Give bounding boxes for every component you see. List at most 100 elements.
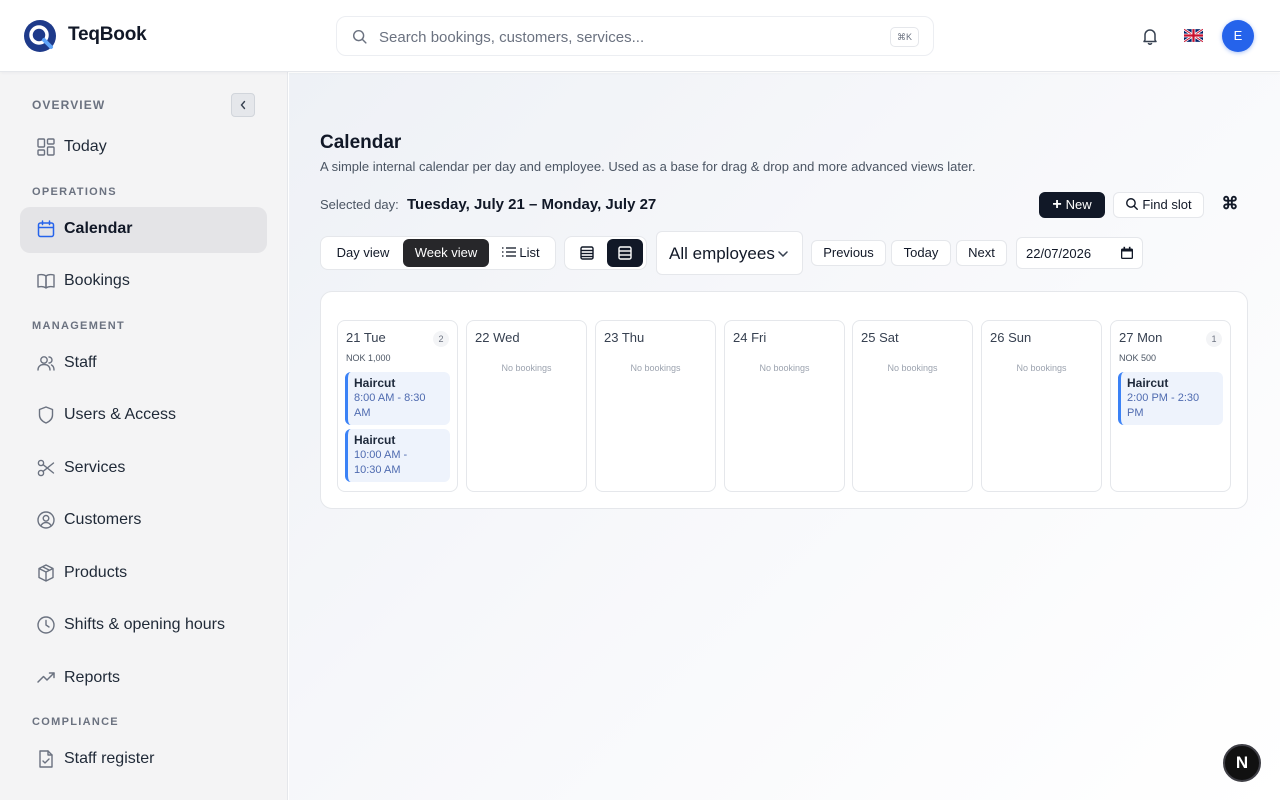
rows-comfortable-icon <box>618 246 632 260</box>
day-column-thu[interactable]: 23 Thu No bookings <box>595 320 716 492</box>
view-toggle-group: Day view Week view List <box>320 236 556 270</box>
sidebar-item-label: Today <box>64 138 107 155</box>
booking-card[interactable]: Haircut 2:00 PM - 2:30 PM <box>1118 372 1223 425</box>
global-search[interactable]: ⌘K <box>336 16 934 56</box>
top-header: TeqBook ⌘K E <box>0 0 1280 72</box>
sidebar-item-users-access[interactable]: Users & Access <box>20 393 267 439</box>
no-bookings-text: No bookings <box>501 363 552 373</box>
today-button[interactable]: Today <box>891 240 951 266</box>
sidebar-item-today[interactable]: Today <box>20 125 267 171</box>
calendar-icon[interactable] <box>1120 246 1134 260</box>
sidebar-item-label: Customers <box>64 511 142 528</box>
booking-count-badge: 1 <box>1206 331 1222 347</box>
sidebar-item-staff[interactable]: Staff <box>20 341 267 387</box>
new-booking-button[interactable]: + New <box>1039 192 1105 218</box>
sidebar-item-label: Shifts & opening hours <box>64 616 225 633</box>
chevron-down-icon <box>778 251 788 258</box>
day-column-fri[interactable]: 24 Fri No bookings <box>724 320 845 492</box>
no-bookings-text: No bookings <box>630 363 681 373</box>
sidebar-item-label: Staff <box>64 354 97 371</box>
day-header: 27 Mon <box>1119 330 1163 345</box>
teqbook-logo-icon[interactable] <box>24 20 56 52</box>
employee-filter-value: All employees <box>669 244 775 263</box>
trend-icon <box>37 672 55 683</box>
selected-day-value: Tuesday, July 21 – Monday, July 27 <box>407 196 657 213</box>
day-header: 21 Tue <box>346 330 386 345</box>
tab-day-view[interactable]: Day view <box>323 239 403 267</box>
page-title: Calendar <box>320 132 402 153</box>
calendar-icon <box>37 220 55 238</box>
sidebar-item-calendar[interactable]: Calendar <box>20 207 267 253</box>
day-total: NOK 1,000 <box>346 353 391 363</box>
uk-flag-icon[interactable] <box>1184 28 1203 43</box>
user-avatar[interactable]: E <box>1222 20 1254 52</box>
list-icon <box>502 247 517 257</box>
file-check-icon <box>39 750 53 768</box>
booking-card[interactable]: Haircut 10:00 AM - 10:30 AM <box>345 429 450 482</box>
command-icon[interactable]: ⌘ <box>1220 194 1240 214</box>
new-button-label: New <box>1065 197 1092 212</box>
sidebar-item-products[interactable]: Products <box>20 551 267 597</box>
no-bookings-text: No bookings <box>887 363 938 373</box>
brand-name[interactable]: TeqBook <box>68 24 147 46</box>
tab-week-view[interactable]: Week view <box>403 239 489 267</box>
density-toggle-group <box>564 236 647 270</box>
booking-time: 2:00 PM - 2:30 <box>1127 392 1200 404</box>
rows-compact-icon <box>580 246 594 260</box>
sidebar-item-label: Products <box>64 564 128 581</box>
day-column-mon[interactable]: 27 Mon 1 NOK 500 Haircut 2:00 PM - 2:30 … <box>1110 320 1231 492</box>
tab-list-view[interactable]: List <box>493 239 549 267</box>
list-label: List <box>519 245 540 260</box>
sidebar-item-label: Calendar <box>64 220 133 237</box>
day-header: 23 Thu <box>604 330 645 345</box>
sidebar-item-label: Reports <box>64 669 121 686</box>
bell-icon[interactable] <box>1140 26 1160 46</box>
booking-card[interactable]: Haircut 8:00 AM - 8:30 AM <box>345 372 450 425</box>
sidebar-item-bookings[interactable]: Bookings <box>20 259 267 305</box>
search-icon <box>352 29 367 44</box>
booking-time: 10:00 AM - <box>354 449 408 461</box>
booking-time: PM <box>1127 407 1144 419</box>
box-icon <box>38 564 54 582</box>
booking-title: Haircut <box>354 376 396 390</box>
sidebar-item-customers[interactable]: Customers <box>20 498 267 544</box>
book-icon <box>37 273 55 289</box>
booking-count-badge: 2 <box>433 331 449 347</box>
selected-day-label: Selected day: <box>320 197 399 212</box>
day-column-tue[interactable]: 21 Tue 2 NOK 1,000 Haircut 8:00 AM - 8:3… <box>337 320 458 492</box>
comfortable-density-button[interactable] <box>607 239 643 267</box>
day-header: 24 Fri <box>733 330 767 345</box>
booking-title: Haircut <box>354 433 396 447</box>
search-icon <box>1126 198 1139 210</box>
previous-button[interactable]: Previous <box>811 240 886 266</box>
find-slot-label: Find slot <box>1142 197 1192 212</box>
find-slot-button[interactable]: Find slot <box>1113 192 1204 218</box>
booking-time: 8:00 AM - 8:30 <box>354 392 426 404</box>
employee-filter-select[interactable]: All employees <box>656 231 803 275</box>
dev-tools-badge[interactable]: N <box>1223 744 1261 782</box>
section-overview: OVERVIEW <box>32 98 106 112</box>
sidebar: OVERVIEW Today OPERATIONS Calendar Booki… <box>0 72 288 800</box>
no-bookings-text: No bookings <box>759 363 810 373</box>
day-column-sun[interactable]: 26 Sun No bookings <box>981 320 1102 492</box>
compact-density-button[interactable] <box>569 239 605 267</box>
page-subtitle: A simple internal calendar per day and e… <box>320 159 976 174</box>
search-input[interactable] <box>379 25 879 49</box>
sidebar-item-staff-register[interactable]: Staff register <box>20 737 267 783</box>
sidebar-item-reports[interactable]: Reports <box>20 656 267 702</box>
clock-icon <box>37 616 55 634</box>
day-header: 25 Sat <box>861 330 899 345</box>
day-header: 26 Sun <box>990 330 1032 345</box>
sidebar-item-shifts-opening-hours[interactable]: Shifts & opening hours <box>20 603 267 649</box>
sidebar-item-services[interactable]: Services <box>20 446 267 492</box>
day-column-sat[interactable]: 25 Sat No bookings <box>852 320 973 492</box>
date-picker-input[interactable]: 22/07/2026 <box>1016 237 1143 269</box>
booking-time: 10:30 AM <box>354 464 401 476</box>
collapse-sidebar-button[interactable] <box>231 93 255 117</box>
day-total: NOK 500 <box>1119 353 1157 363</box>
day-column-wed[interactable]: 22 Wed No bookings <box>466 320 587 492</box>
day-header: 22 Wed <box>475 330 520 345</box>
next-button[interactable]: Next <box>956 240 1007 266</box>
search-shortcut-badge: ⌘K <box>889 27 919 47</box>
booking-time: AM <box>354 407 371 419</box>
